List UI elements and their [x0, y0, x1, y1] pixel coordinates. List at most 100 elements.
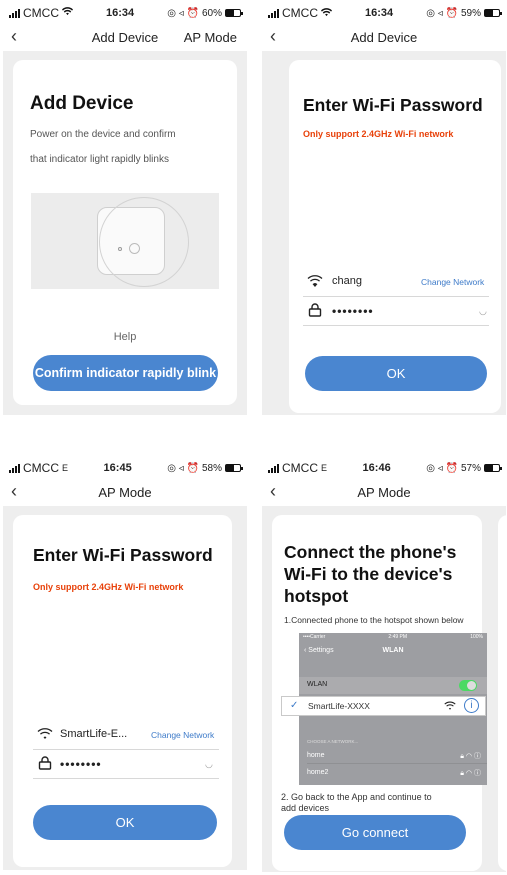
- lock-wifi-info-icons: 🔒︎ ◠ ⓘ: [460, 753, 481, 760]
- description-line-1: Power on the device and confirm: [30, 129, 176, 140]
- clock: 16:46: [362, 462, 391, 474]
- hotspot-name: SmartLife-XXXX: [308, 701, 370, 711]
- battery-percent: 59%: [460, 7, 481, 19]
- wifi-icon: [307, 274, 323, 292]
- eye-closed-icon[interactable]: ◡: [479, 306, 487, 317]
- chevron-left-icon[interactable]: ‹: [270, 26, 276, 47]
- mock-choose-network: CHOOSE A NETWORK...: [307, 739, 359, 744]
- nav-title: Add Device: [91, 29, 159, 45]
- step-2-line-2: add devices: [281, 803, 330, 813]
- carrier-name: CMCC: [23, 461, 59, 475]
- chevron-left-icon[interactable]: ‹: [11, 26, 17, 47]
- next-card-peek: [498, 515, 506, 871]
- change-network-link[interactable]: Change Network: [421, 277, 484, 287]
- wifi-status-icon: [321, 6, 332, 20]
- alarm-icon: ◎ ◃ ⏰: [426, 462, 458, 474]
- mock-network-name: home2: [307, 769, 329, 776]
- carrier-name: CMCC: [23, 6, 59, 20]
- ok-button[interactable]: OK: [305, 356, 487, 391]
- lock-icon: [38, 756, 52, 775]
- description-line-2: that indicator light rapidly blinks: [30, 154, 169, 165]
- battery-icon: [483, 9, 502, 17]
- change-network-link[interactable]: Change Network: [151, 730, 214, 740]
- ssid-divider: [303, 296, 489, 297]
- step-2-line-1: 2. Go back to the App and continue to: [281, 792, 432, 802]
- battery-percent: 60%: [201, 7, 222, 19]
- carrier-name: CMCC: [282, 461, 318, 475]
- content-card: Enter Wi-Fi Password Only support 2.4GHz…: [13, 515, 232, 867]
- password-divider: [33, 778, 219, 779]
- page-title-line-2: Wi-Fi to the device's: [284, 564, 453, 584]
- help-link[interactable]: Help: [13, 331, 237, 343]
- status-bar: CMCC 16:34 ◎ ◃ ⏰ 59%: [262, 3, 506, 23]
- battery-percent: 58%: [201, 462, 222, 474]
- page-title-line-3: hotspot: [284, 586, 349, 606]
- battery-icon: [224, 9, 243, 17]
- mock-time: 2:49 PM: [388, 634, 408, 640]
- nav-bar: ‹ AP Mode: [3, 478, 247, 506]
- ok-button[interactable]: OK: [33, 805, 217, 840]
- screen-ap-wifi-password: CMCC E 16:45 ◎ ◃ ⏰ 58% ‹ AP Mode Enter W…: [3, 458, 247, 870]
- ssid-divider: [33, 749, 219, 750]
- checkmark-icon: ✓: [290, 700, 299, 711]
- ap-mode-link[interactable]: AP Mode: [184, 30, 237, 45]
- network-hint: Only support 2.4GHz Wi-Fi network: [33, 582, 184, 592]
- nav-title: AP Mode: [357, 484, 411, 500]
- mock-network-row: home2 🔒︎ ◠ ⓘ: [307, 765, 487, 781]
- wifi-ssid: SmartLife-E...: [60, 728, 128, 740]
- password-field[interactable]: ••••••••: [332, 304, 374, 318]
- mock-wlan-row: WLAN: [299, 677, 487, 694]
- network-type: E: [321, 463, 328, 473]
- wifi-icon: [37, 727, 53, 745]
- battery-percent: 57%: [460, 462, 481, 474]
- indicator-dot-icon: [118, 247, 122, 251]
- content-card: Enter Wi-Fi Password Only support 2.4GHz…: [289, 60, 501, 413]
- hotspot-row: ✓ SmartLife-XXXX i: [281, 696, 486, 716]
- nav-title: Add Device: [350, 29, 418, 45]
- battery-icon: [225, 464, 243, 472]
- signal-icon: [9, 463, 20, 473]
- network-type: E: [62, 463, 69, 473]
- eye-closed-icon[interactable]: ◡: [205, 759, 213, 770]
- device-illustration: [31, 193, 219, 289]
- carrier-name: CMCC: [282, 6, 318, 20]
- wifi-icon: [444, 701, 456, 713]
- mock-network-name: home: [307, 752, 325, 759]
- content-card: Add Device Power on the device and confi…: [13, 60, 237, 405]
- lock-wifi-info-icons: 🔒︎ ◠ ⓘ: [460, 770, 481, 777]
- signal-icon: [268, 463, 279, 473]
- nav-bar: ‹ AP Mode: [262, 478, 506, 506]
- clock: 16:34: [106, 7, 135, 19]
- battery-icon: [484, 464, 502, 472]
- go-connect-button[interactable]: Go connect: [284, 815, 466, 850]
- clock: 16:45: [103, 462, 132, 474]
- alarm-icon: ◎ ◃ ⏰: [167, 462, 199, 474]
- mock-carrier: ••••Carrier: [303, 634, 326, 640]
- nav-bar: ‹ Add Device: [262, 23, 506, 51]
- signal-icon: [268, 8, 279, 18]
- wifi-status-icon: [62, 7, 73, 19]
- screen-wifi-password: CMCC 16:34 ◎ ◃ ⏰ 59% ‹ Add Device Enter …: [262, 3, 506, 415]
- indicator-light-icon: [129, 243, 140, 254]
- page-title: Enter Wi-Fi Password: [303, 95, 483, 115]
- nav-bar: ‹ Add Device AP Mode: [3, 23, 247, 51]
- status-bar: CMCC E 16:45 ◎ ◃ ⏰ 58%: [3, 458, 247, 478]
- chevron-left-icon[interactable]: ‹: [11, 481, 17, 502]
- alarm-icon: ◎ ◃ ⏰: [426, 7, 458, 19]
- confirm-blink-button[interactable]: Confirm indicator rapidly blink: [33, 355, 218, 391]
- password-divider: [303, 325, 489, 326]
- screen-add-device: CMCC 16:34 ◎ ◃ ⏰ 60% ‹ Add Device AP Mod…: [3, 3, 247, 415]
- page-title: Add Device: [30, 93, 134, 114]
- chevron-left-icon[interactable]: ‹: [270, 481, 276, 502]
- mock-title: WLAN: [382, 647, 404, 654]
- mock-network-row: home 🔒︎ ◠ ⓘ: [307, 748, 487, 764]
- status-bar: CMCC 16:34 ◎ ◃ ⏰ 60%: [3, 3, 247, 23]
- alarm-icon: ◎ ◃ ⏰: [167, 7, 199, 19]
- screen-connect-hotspot: CMCC E 16:46 ◎ ◃ ⏰ 57% ‹ AP Mode Connect…: [262, 458, 506, 872]
- status-bar: CMCC E 16:46 ◎ ◃ ⏰ 57%: [262, 458, 506, 478]
- nav-title: AP Mode: [98, 484, 152, 500]
- password-field[interactable]: ••••••••: [60, 757, 102, 771]
- page-title: Enter Wi-Fi Password: [33, 545, 213, 565]
- step-1-text: 1.Connected phone to the hotspot shown b…: [284, 615, 464, 625]
- network-hint: Only support 2.4GHz Wi-Fi network: [303, 129, 454, 139]
